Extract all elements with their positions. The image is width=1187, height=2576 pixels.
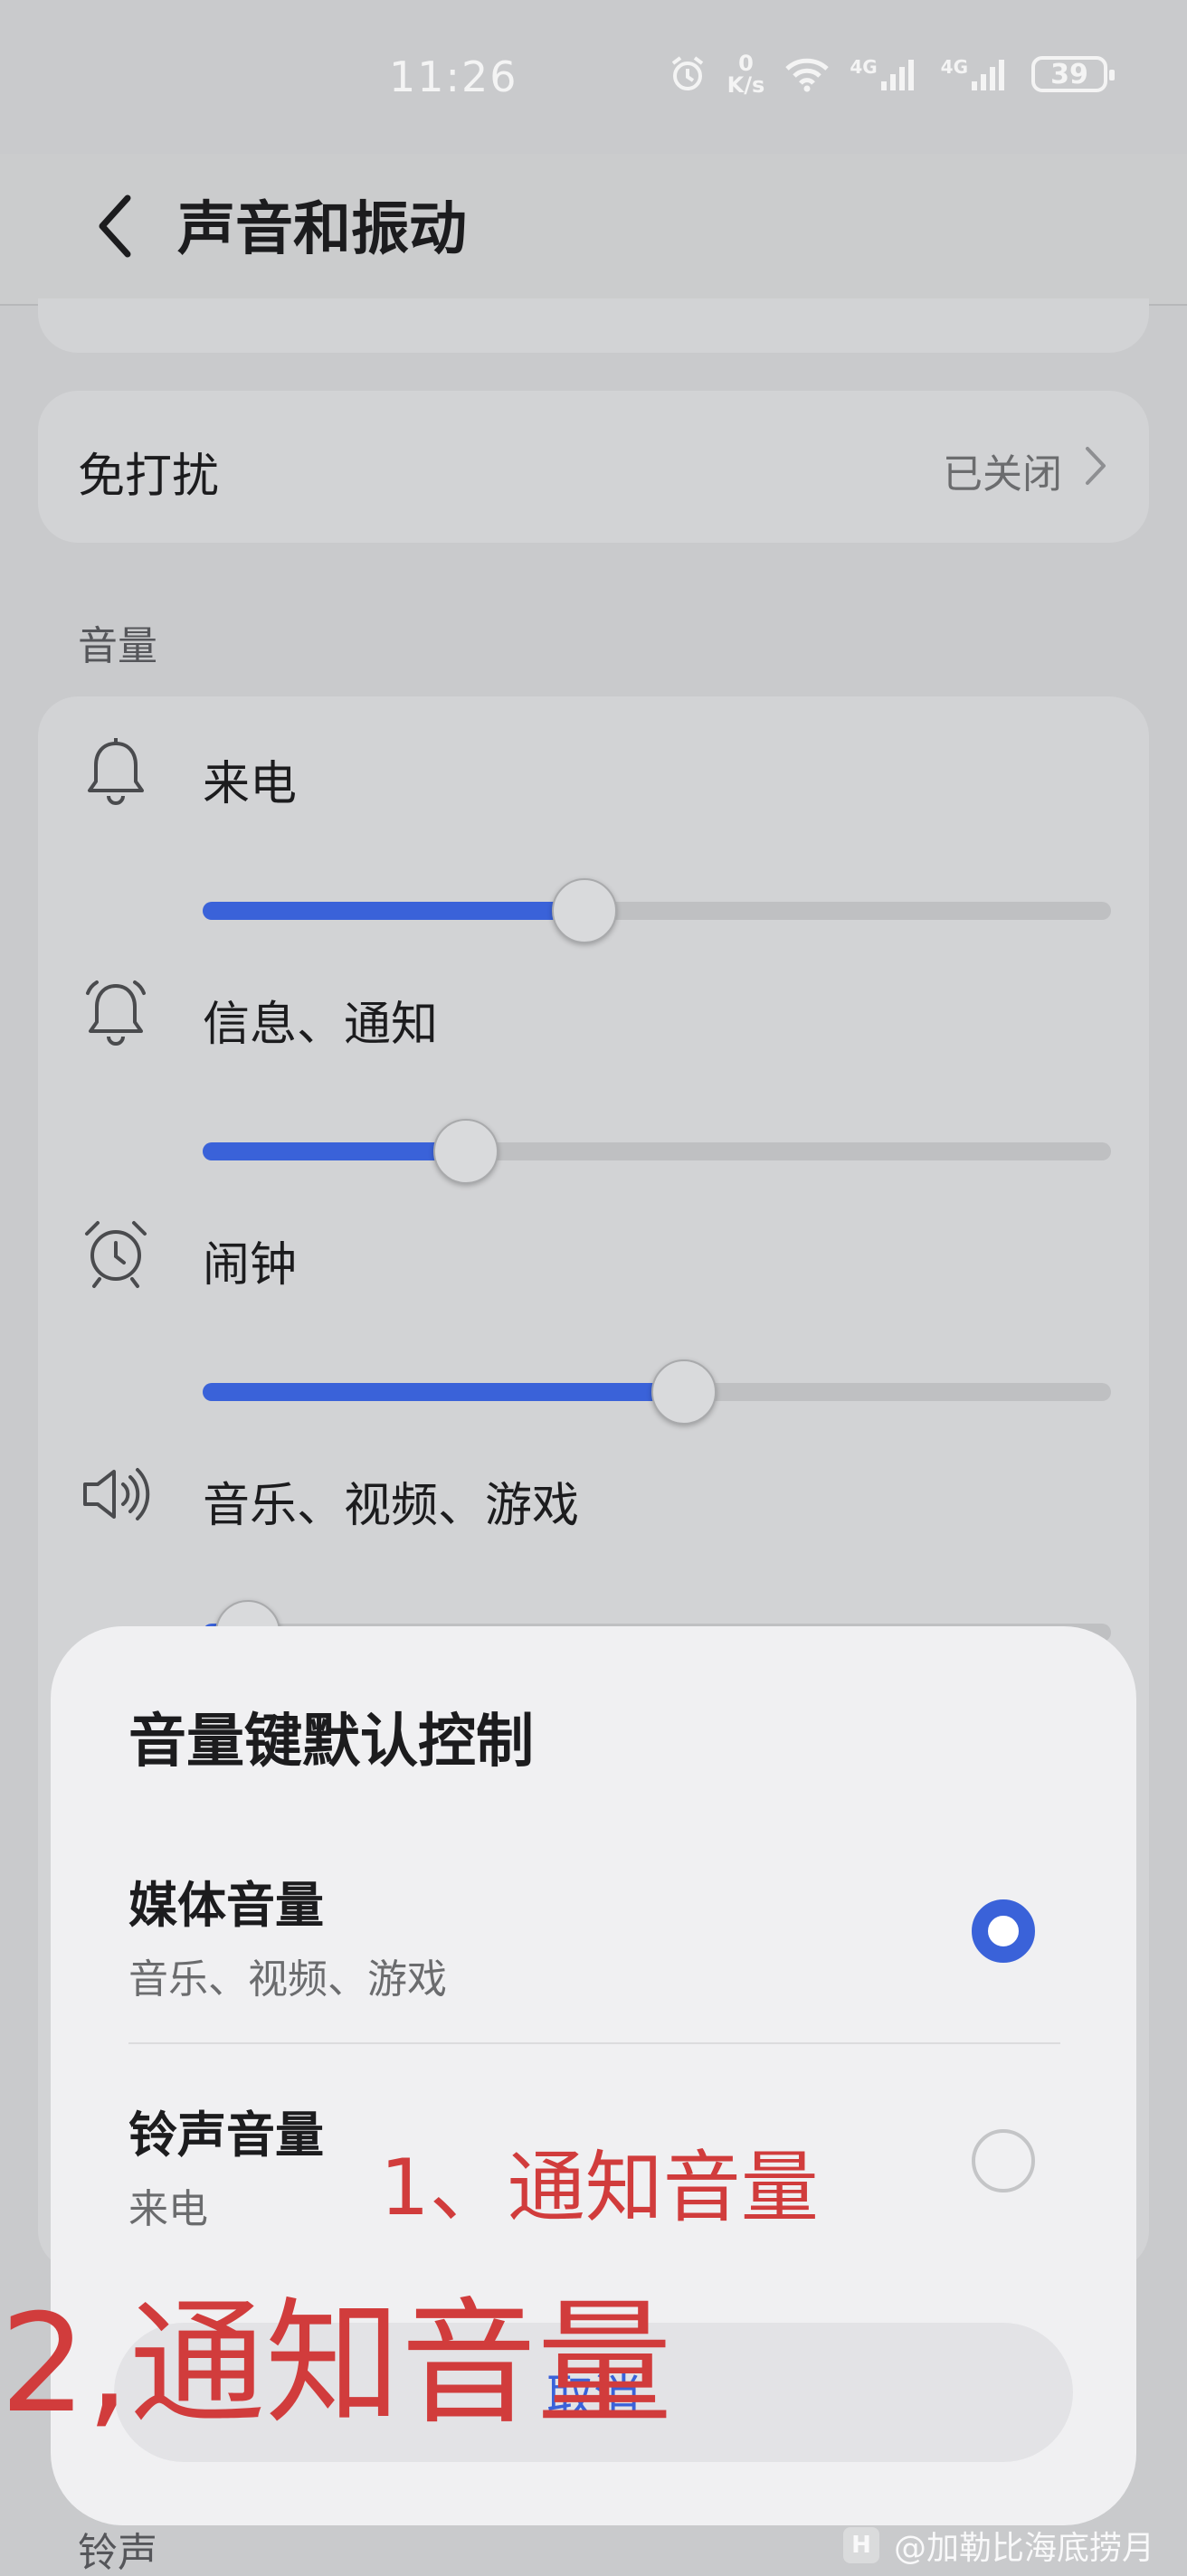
option-subtitle: 音乐、视频、游戏 [128,1956,447,2003]
volume-section-label: 音量 [78,623,157,669]
slider-fill [203,902,584,920]
volume-label: 信息、通知 [203,998,439,1052]
slider-fill [203,1383,685,1401]
volume-label: 来电 [203,757,298,811]
notification-bell-icon [80,977,152,1049]
chevron-left-icon [99,194,131,258]
radio-button[interactable] [972,1899,1035,1963]
volume-label: 音乐、视频、游戏 [203,1479,580,1533]
slider-fill [203,1142,467,1160]
signal-1: 4G [850,56,920,92]
alarm-clock-icon [80,1217,152,1290]
volume-label: 闹钟 [203,1238,298,1293]
volume-row-ringtone: 来电 [38,736,1149,971]
page-header: 声音和振动 [0,154,1187,306]
signal-bars-icon [972,60,1004,90]
speaker-icon [80,1458,152,1530]
volume-row-notification: 信息、通知 [38,977,1149,1212]
signal-2: 4G [941,56,1011,92]
dnd-row[interactable]: 免打扰 已关闭 [38,391,1149,543]
previous-card [38,298,1149,353]
volume-slider[interactable] [203,1359,1111,1425]
option-subtitle: 来电 [128,2186,208,2232]
slider-thumb[interactable] [433,1119,499,1184]
bell-icon [80,736,152,809]
option-title: 媒体音量 [128,1877,324,1934]
volume-slider[interactable] [203,1119,1111,1184]
radio-button[interactable] [972,2129,1035,2192]
page-title: 声音和振动 [177,196,467,263]
chevron-right-icon [1086,447,1106,485]
slider-thumb[interactable] [651,1359,717,1425]
status-bar: 11:26 0 K/s 4G 4G 39 [0,0,1187,154]
option-title: 铃声音量 [128,2107,324,2164]
wifi-icon [784,56,830,92]
dnd-label: 免打扰 [78,450,220,504]
annotation-note-1: 1、通知音量 [380,2143,819,2233]
watermark-text: @加勒比海底捞月 [893,2530,1154,2567]
battery-indicator: 39 [1031,56,1115,92]
volume-slider[interactable] [203,878,1111,943]
divider [128,2042,1060,2044]
network-type-2: 4G [940,56,968,78]
option-media-volume[interactable]: 媒体音量 音乐、视频、游戏 [128,1865,1060,2091]
dnd-value: 已关闭 [943,451,1062,497]
signal-bars-icon [880,60,914,90]
watermark: H @加勒比海底捞月 [842,2522,1154,2569]
alarm-status-icon [668,54,707,94]
annotation-note-2: 2,通知音量 [0,2286,673,2443]
back-button[interactable] [83,181,147,271]
network-type-1: 4G [850,56,878,78]
status-time: 11:26 [389,52,518,101]
slider-thumb[interactable] [551,878,617,943]
net-speed: 0 K/s [727,52,765,96]
dialog-title: 音量键默认控制 [128,1709,534,1776]
net-speed-unit: K/s [726,72,765,98]
watermark-logo-icon: H [842,2527,879,2563]
ringtone-section-label: 铃声 [78,2530,157,2576]
status-icons: 0 K/s 4G 4G 39 [668,52,1115,96]
volume-row-alarm: 闹钟 [38,1217,1149,1453]
